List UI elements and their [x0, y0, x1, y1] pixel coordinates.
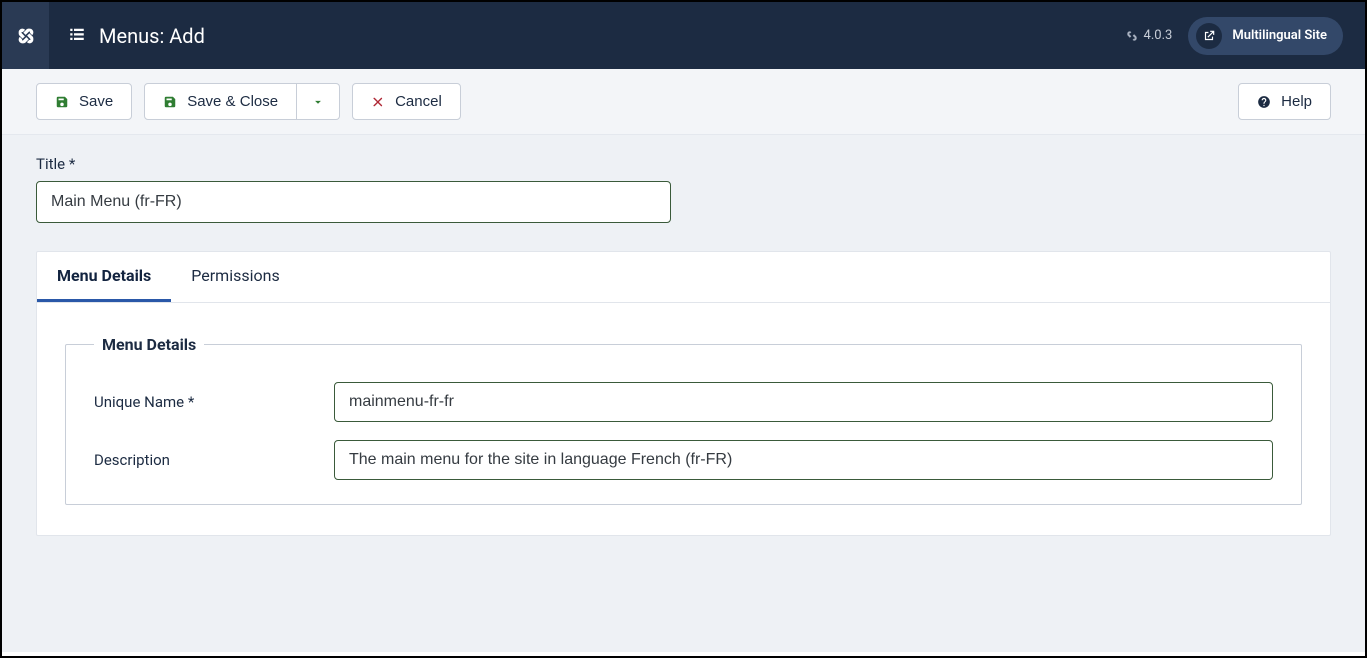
help-label: Help [1281, 93, 1312, 110]
title-input[interactable] [36, 181, 671, 223]
site-link[interactable]: Multilingual Site [1188, 17, 1343, 55]
description-input[interactable] [334, 440, 1273, 480]
tab-permissions[interactable]: Permissions [171, 252, 299, 302]
page-title: Menus: Add [99, 24, 205, 48]
tabs: Menu Details Permissions [37, 252, 1330, 303]
cancel-label: Cancel [395, 93, 442, 110]
save-label: Save [79, 93, 113, 110]
joomla-small-icon [1125, 29, 1139, 43]
close-icon [371, 95, 385, 109]
page-title-wrap: Menus: Add [49, 24, 205, 48]
version-text: 4.0.3 [1144, 28, 1173, 43]
tabs-card: Menu Details Permissions Menu Details Un… [36, 251, 1331, 536]
site-link-label: Multilingual Site [1232, 28, 1327, 43]
save-icon [55, 95, 69, 109]
save-close-label: Save & Close [187, 93, 278, 110]
version-badge[interactable]: 4.0.3 [1125, 28, 1173, 43]
external-link-icon [1196, 23, 1222, 49]
cancel-button[interactable]: Cancel [352, 83, 461, 120]
fieldset-legend: Menu Details [94, 335, 204, 354]
unique-name-row: Unique Name * [94, 382, 1273, 422]
description-row: Description [94, 440, 1273, 480]
save-close-button[interactable]: Save & Close [144, 83, 297, 120]
help-icon [1257, 95, 1271, 109]
menu-details-fieldset: Menu Details Unique Name * Description [65, 335, 1302, 505]
save-close-group: Save & Close [144, 83, 340, 120]
description-label: Description [94, 451, 334, 469]
unique-name-label: Unique Name * [94, 393, 334, 411]
help-button[interactable]: Help [1238, 83, 1331, 120]
joomla-icon [15, 25, 37, 47]
chevron-down-icon [311, 95, 325, 109]
tab-menu-details[interactable]: Menu Details [37, 252, 171, 302]
joomla-logo[interactable] [2, 2, 49, 69]
save-icon [163, 95, 177, 109]
unique-name-input[interactable] [334, 382, 1273, 422]
title-label: Title * [36, 155, 1331, 173]
topbar: Menus: Add 4.0.3 Multilingual Site [2, 2, 1365, 69]
list-icon [67, 24, 87, 48]
save-button[interactable]: Save [36, 83, 132, 120]
content-area: Title * Menu Details Permissions Menu De… [2, 135, 1365, 652]
toolbar: Save Save & Close Cancel Help [2, 69, 1365, 135]
topbar-right: 4.0.3 Multilingual Site [1125, 17, 1365, 55]
save-dropdown-button[interactable] [297, 83, 340, 120]
